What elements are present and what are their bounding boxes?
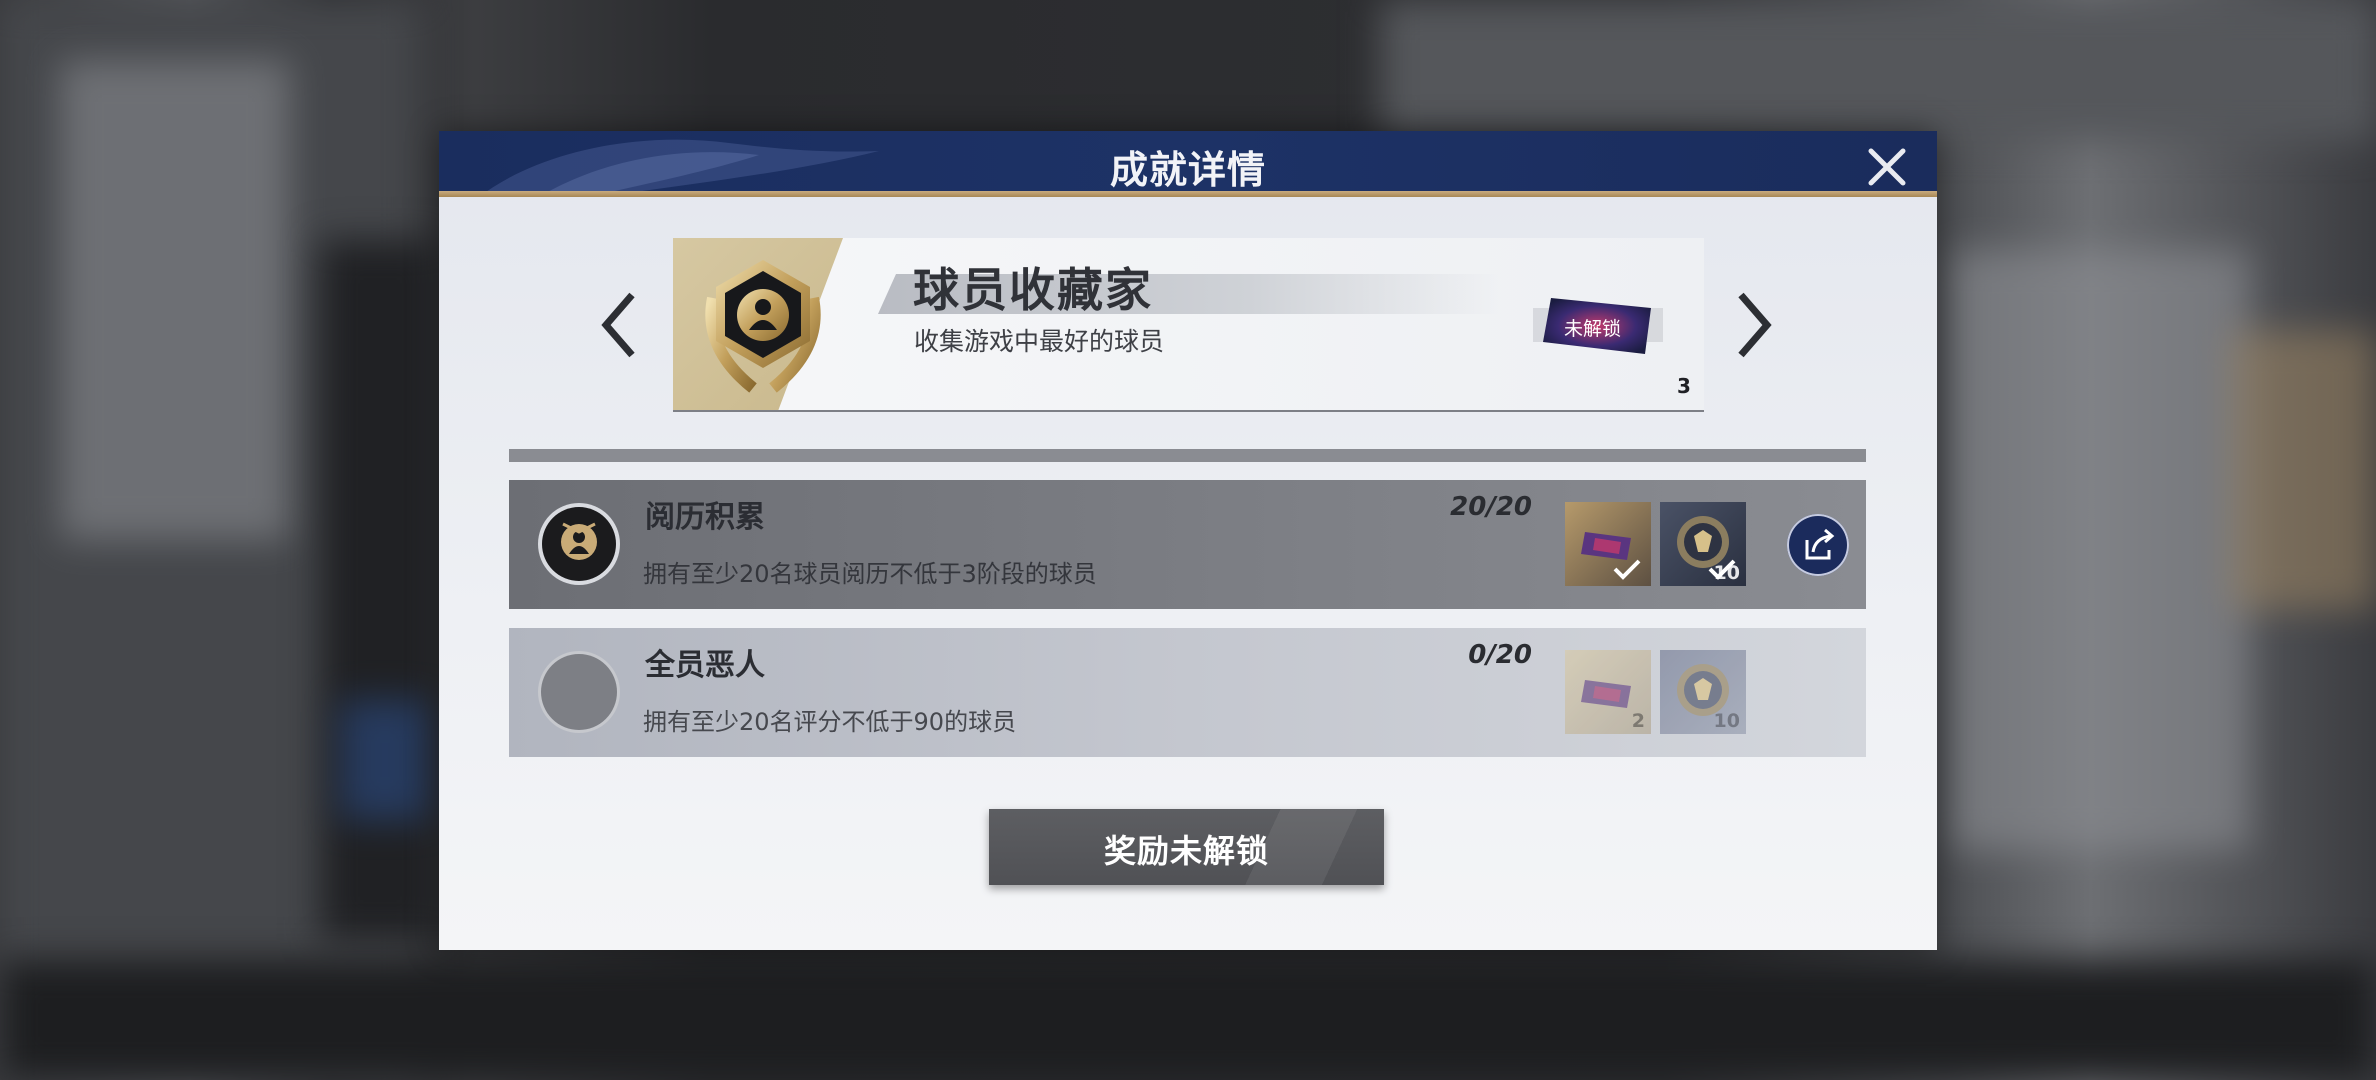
section-divider bbox=[509, 449, 1866, 462]
task-name: 全员恶人 bbox=[645, 648, 765, 683]
achievement-description: 收集游戏中最好的球员 bbox=[914, 327, 1165, 356]
reward-quantity: 10 bbox=[1713, 710, 1740, 732]
task-progress: 20/20 bbox=[1450, 492, 1532, 522]
reward-status-label: 未解锁 bbox=[1564, 318, 1622, 340]
chevron-right-icon[interactable] bbox=[1729, 285, 1779, 365]
reward-slot[interactable]: 2 bbox=[1565, 650, 1651, 734]
reward-slot[interactable]: 10 bbox=[1660, 650, 1746, 734]
task-badge-locked-icon bbox=[538, 651, 620, 733]
player-medal-icon bbox=[705, 260, 821, 393]
task-description: 拥有至少20名球员阅历不低于3阶段的球员 bbox=[643, 560, 1097, 588]
check-icon bbox=[1708, 559, 1736, 580]
task-name: 阅历积累 bbox=[645, 500, 765, 535]
claim-reward-button[interactable]: 奖励未解锁 bbox=[989, 809, 1384, 885]
task-row: 阅历积累 拥有至少20名球员阅历不低于3阶段的球员 20/20 10 bbox=[509, 480, 1866, 609]
reward-slot[interactable]: 10 bbox=[1660, 502, 1746, 586]
share-button[interactable] bbox=[1787, 514, 1849, 576]
task-description: 拥有至少20名评分不低于90的球员 bbox=[643, 708, 1017, 736]
reward-count: 3 bbox=[1677, 374, 1691, 398]
check-icon bbox=[1613, 559, 1641, 580]
header-gold-trim bbox=[439, 191, 1937, 197]
task-row: 全员恶人 拥有至少20名评分不低于90的球员 0/20 2 10 bbox=[509, 628, 1866, 757]
reward-slot[interactable] bbox=[1565, 502, 1651, 586]
claim-reward-label: 奖励未解锁 bbox=[1103, 832, 1269, 870]
close-icon[interactable] bbox=[1865, 145, 1909, 189]
chevron-left-icon[interactable] bbox=[594, 285, 644, 365]
dialog-title: 成就详情 bbox=[1109, 148, 1266, 192]
share-icon bbox=[1805, 528, 1835, 560]
task-progress: 0/20 bbox=[1468, 640, 1532, 670]
reward-quantity: 2 bbox=[1631, 710, 1645, 732]
achievement-banner: 球员收藏家 收集游戏中最好的球员 未解锁 3 bbox=[673, 238, 1704, 412]
achievement-title: 球员收藏家 bbox=[913, 263, 1153, 317]
dialog-header: 成就详情 bbox=[439, 131, 1937, 197]
achievement-dialog: 成就详情 球员收藏家 收集游戏中最好的球员 未解锁 3 阅历积累 拥有至少20名… bbox=[439, 131, 1937, 950]
task-badge-icon bbox=[538, 503, 620, 585]
